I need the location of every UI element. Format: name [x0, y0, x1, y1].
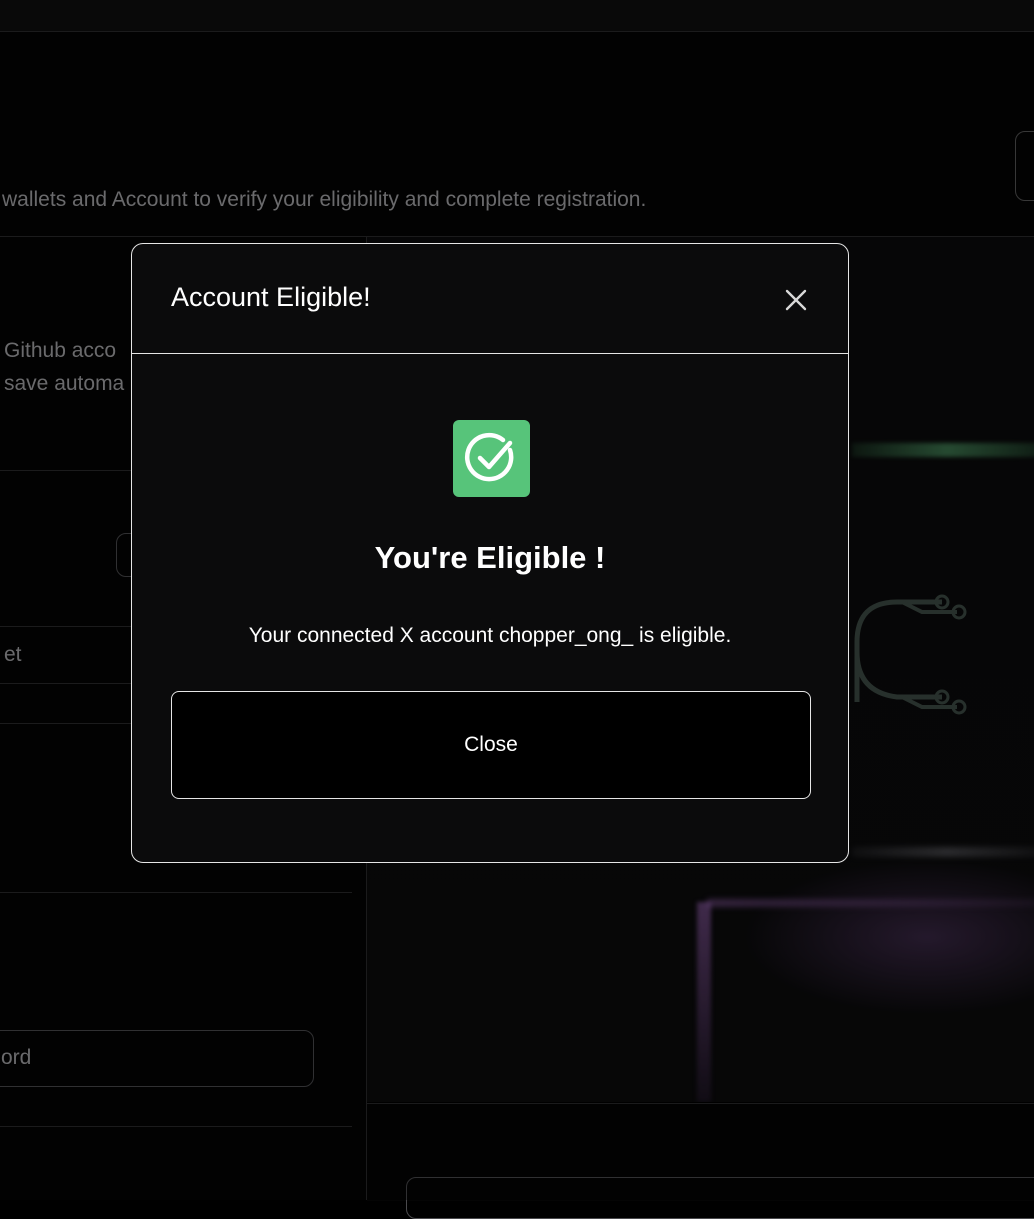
- close-icon[interactable]: [782, 286, 810, 314]
- eligible-message: Your connected X account chopper_ong_ is…: [248, 624, 732, 647]
- eligible-heading: You're Eligible !: [374, 540, 606, 575]
- close-button[interactable]: Close: [171, 691, 811, 799]
- check-circle-icon: [453, 420, 530, 497]
- eligibility-dialog: Account Eligible! You're Eligible ! Your…: [131, 243, 849, 863]
- dialog-title: Account Eligible!: [171, 282, 371, 312]
- dialog-header: Account Eligible!: [132, 244, 848, 354]
